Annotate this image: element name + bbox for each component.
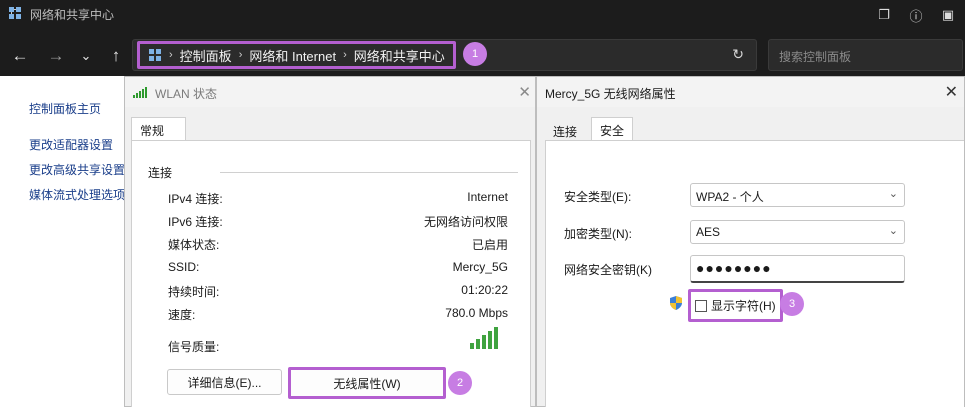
info-value: 无网络访问权限 <box>423 215 508 229</box>
encryption-type-value: AES <box>696 225 721 239</box>
show-characters-checkbox[interactable]: 显示字符(H) <box>688 289 783 322</box>
chevron-right-icon: › <box>343 49 347 61</box>
info-label: 媒体状态: <box>168 238 220 252</box>
show-characters-label: 显示字符(H) <box>711 299 776 313</box>
checkbox-box[interactable] <box>695 299 707 312</box>
connection-section-title: 连接 <box>148 166 173 180</box>
step-badge-2: 2 <box>448 371 472 395</box>
window-title: 网络和共享中心 <box>30 8 115 22</box>
tab-connection[interactable]: 连接 <box>545 119 585 141</box>
wlan-status-dialog: WLAN 状态 ✕ 常规 连接 IPv4 连接: Internet IPv6 连… <box>124 76 536 407</box>
security-panel: 安全类型(E): WPA2 - 个人 ⌄ 加密类型(N): AES ⌄ 网络安全… <box>545 140 964 407</box>
security-type-label: 安全类型(E): <box>564 190 632 204</box>
network-center-icon <box>149 49 161 61</box>
info-value: 已启用 <box>471 238 508 252</box>
wireless-properties-button[interactable]: 无线属性(W) <box>288 367 446 399</box>
security-type-select[interactable]: WPA2 - 个人 ⌄ <box>690 183 905 207</box>
forward-arrow-icon[interactable]: → <box>44 44 68 68</box>
network-key-label: 网络安全密钥(K) <box>564 263 652 277</box>
info-value: Mercy_5G <box>452 260 508 274</box>
divider <box>220 172 518 173</box>
chevron-down-icon: ⌄ <box>888 188 898 200</box>
step-badge-1: 1 <box>463 42 487 66</box>
titlebar-actions: ❐ ⓘ ▣ <box>875 6 957 24</box>
chevron-right-icon: › <box>169 49 173 61</box>
refresh-icon[interactable]: ↻ <box>732 46 744 63</box>
address-bar[interactable]: › 控制面板 › 网络和 Internet › 网络和共享中心 ↻ <box>132 39 757 71</box>
dialog-titlebar: Mercy_5G 无线网络属性 ✕ <box>537 77 964 107</box>
info-value: 01:20:22 <box>461 283 508 297</box>
close-icon[interactable]: ✕ <box>945 82 958 102</box>
wifi-signal-icon <box>133 87 147 98</box>
breadcrumb-network-internet[interactable]: 网络和 Internet <box>249 46 336 65</box>
info-label: 持续时间: <box>168 285 220 299</box>
sidebar-item-adapter-settings[interactable]: 更改适配器设置 <box>29 136 113 153</box>
network-key-field[interactable]: ●●●●●●●● <box>690 255 905 283</box>
step-badge-3: 3 <box>780 292 804 316</box>
up-arrow-icon[interactable]: ↑ <box>104 44 128 68</box>
tab-security[interactable]: 安全 <box>591 117 634 141</box>
shield-icon <box>670 296 682 310</box>
dialog-titlebar: WLAN 状态 ✕ <box>125 77 535 107</box>
signal-bars-icon <box>470 327 498 349</box>
chevron-right-icon: › <box>238 49 243 61</box>
encryption-type-label: 加密类型(N): <box>564 227 632 241</box>
breadcrumb-control-panel[interactable]: 控制面板 <box>180 46 232 65</box>
back-arrow-icon[interactable]: ← <box>8 44 32 68</box>
tab-general[interactable]: 常规 <box>131 117 186 141</box>
info-icon[interactable]: ⓘ <box>907 6 925 24</box>
encryption-type-select[interactable]: AES ⌄ <box>690 220 905 244</box>
details-button[interactable]: 详细信息(E)... <box>167 369 282 395</box>
copy-icon[interactable]: ❐ <box>875 6 893 24</box>
close-icon[interactable]: ✕ <box>518 83 531 101</box>
info-label: IPv6 连接: <box>168 215 223 229</box>
dialog-title: Mercy_5G 无线网络属性 <box>545 87 676 101</box>
info-value: 780.0 Mbps <box>445 306 508 320</box>
info-label: 速度: <box>168 308 196 322</box>
breadcrumb-network-center[interactable]: 网络和共享中心 <box>354 46 445 65</box>
search-input[interactable]: 搜索控制面板 <box>768 39 963 71</box>
chevron-down-icon[interactable]: ⌄ <box>74 44 98 68</box>
dialog-title: WLAN 状态 <box>155 87 218 101</box>
info-label: SSID: <box>168 260 200 274</box>
chevron-down-icon: ⌄ <box>888 225 898 237</box>
window-titlebar: 网络和共享中心 ❐ ⓘ ▣ <box>0 0 965 34</box>
network-center-icon <box>9 7 21 19</box>
sidebar-item-media-streaming[interactable]: 媒体流式处理选项 <box>29 186 125 203</box>
snip-icon[interactable]: ▣ <box>939 6 957 24</box>
breadcrumb[interactable]: › 控制面板 › 网络和 Internet › 网络和共享中心 <box>137 41 456 69</box>
sidebar-item-home[interactable]: 控制面板主页 <box>29 100 101 117</box>
address-row: ← → ⌄ ↑ › 控制面板 › 网络和 Internet › 网络和共享中心 … <box>0 34 965 76</box>
wireless-properties-dialog: Mercy_5G 无线网络属性 ✕ 连接 安全 安全类型(E): WPA2 - … <box>536 76 965 407</box>
info-label: IPv4 连接: <box>168 192 223 206</box>
signal-label: 信号质量: <box>168 340 220 354</box>
security-type-value: WPA2 - 个人 <box>696 190 764 204</box>
info-value: Internet <box>467 190 508 204</box>
sidebar-item-advanced-sharing[interactable]: 更改高级共享设置 <box>29 161 125 178</box>
control-panel-sidebar: 控制面板主页 更改适配器设置 更改高级共享设置 媒体流式处理选项 <box>0 76 130 407</box>
